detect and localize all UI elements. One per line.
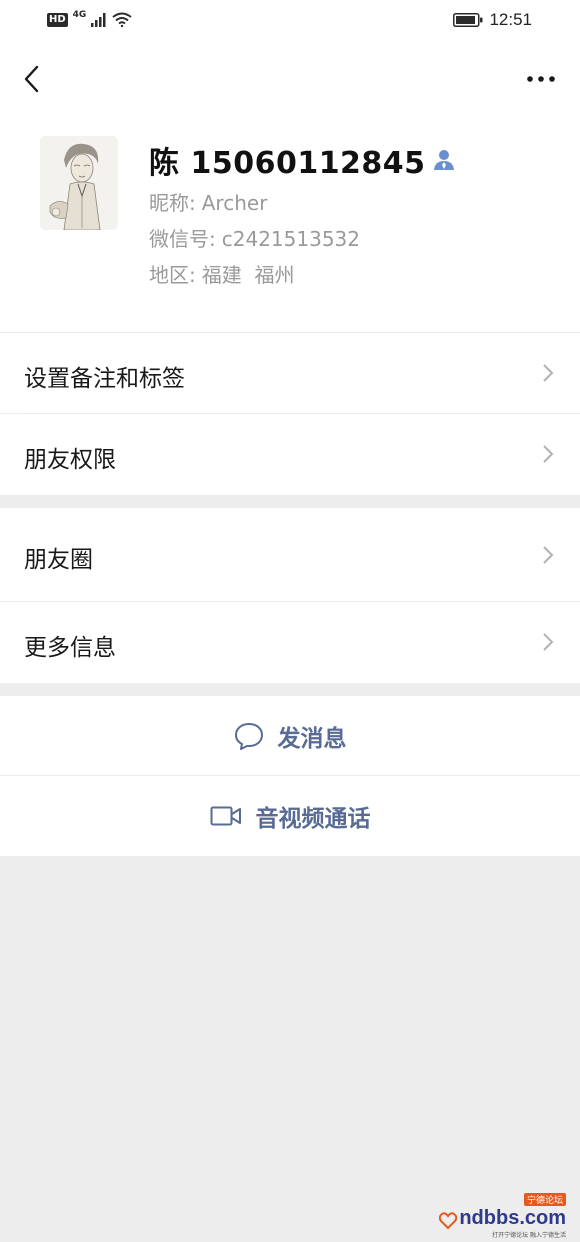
video-camera-icon xyxy=(210,806,241,826)
status-bar: HD 4G 12:51 xyxy=(0,0,580,44)
battery-icon xyxy=(453,13,483,27)
person-tag-icon xyxy=(433,150,454,170)
chevron-right-icon xyxy=(543,445,554,463)
chevron-right-icon xyxy=(543,364,554,382)
back-button[interactable] xyxy=(16,64,46,94)
row-moments-label: 朋友圈 xyxy=(24,547,93,573)
row-more-info-label: 更多信息 xyxy=(24,635,116,661)
region-line: 地区: 福建 福州 xyxy=(149,259,294,288)
status-time: 12:51 xyxy=(489,10,532,29)
chevron-right-icon xyxy=(543,633,554,651)
status-left: HD 4G xyxy=(47,9,132,27)
hd-badge: HD xyxy=(47,12,68,27)
row-moments[interactable]: 朋友圈 xyxy=(0,508,580,601)
avatar-sketch-image xyxy=(40,136,118,230)
watermark-tag: 宁德论坛 xyxy=(523,1193,566,1206)
signal-icon xyxy=(91,12,106,27)
region-label: 地区: xyxy=(149,263,196,287)
nickname-line: 昵称: Archer xyxy=(149,187,267,216)
region-value: 福建 福州 xyxy=(201,263,295,287)
heart-logo-icon xyxy=(439,1212,458,1230)
profile-header: 陈 15060112845 昵称: Archer 微信号: c2421513532 … xyxy=(0,44,580,332)
wifi-icon xyxy=(112,12,132,27)
watermark-text: ndbbs.com xyxy=(459,1207,566,1229)
back-arrow-icon xyxy=(24,65,39,93)
wechat-id-label: 微信号: xyxy=(149,227,216,251)
more-dots-icon xyxy=(527,76,555,82)
network-type: 4G xyxy=(72,9,87,20)
row-remark-tags[interactable]: 设置备注和标签 xyxy=(0,333,580,413)
row-more-info[interactable]: 更多信息 xyxy=(0,602,580,683)
row-friend-permissions[interactable]: 朋友权限 xyxy=(0,414,580,495)
nickname-label: 昵称: xyxy=(149,191,196,215)
av-call-label: 音视频通话 xyxy=(255,806,371,832)
avatar[interactable] xyxy=(40,136,118,230)
name-line: 陈 15060112845 xyxy=(149,138,456,182)
chevron-right-icon xyxy=(543,546,554,564)
wechat-id-value: c2421513532 xyxy=(221,227,360,251)
row-remark-tags-label: 设置备注和标签 xyxy=(24,366,185,392)
more-options-button[interactable] xyxy=(524,66,558,92)
status-right: 12:51 xyxy=(453,10,532,30)
chat-bubble-icon xyxy=(234,722,263,750)
forum-watermark: ndbbs.com 宁德论坛 打开宁德论坛 融入宁德生活 xyxy=(439,1193,566,1239)
av-call-button[interactable]: 音视频通话 xyxy=(0,776,580,856)
wechat-id-line: 微信号: c2421513532 xyxy=(149,223,360,252)
row-friend-permissions-label: 朋友权限 xyxy=(24,447,116,473)
watermark-subtitle: 打开宁德论坛 融入宁德生活 xyxy=(492,1232,566,1239)
contact-name: 陈 15060112845 xyxy=(149,146,426,181)
send-message-button[interactable]: 发消息 xyxy=(0,696,580,775)
send-message-label: 发消息 xyxy=(277,725,347,752)
nickname-value: Archer xyxy=(201,191,268,215)
